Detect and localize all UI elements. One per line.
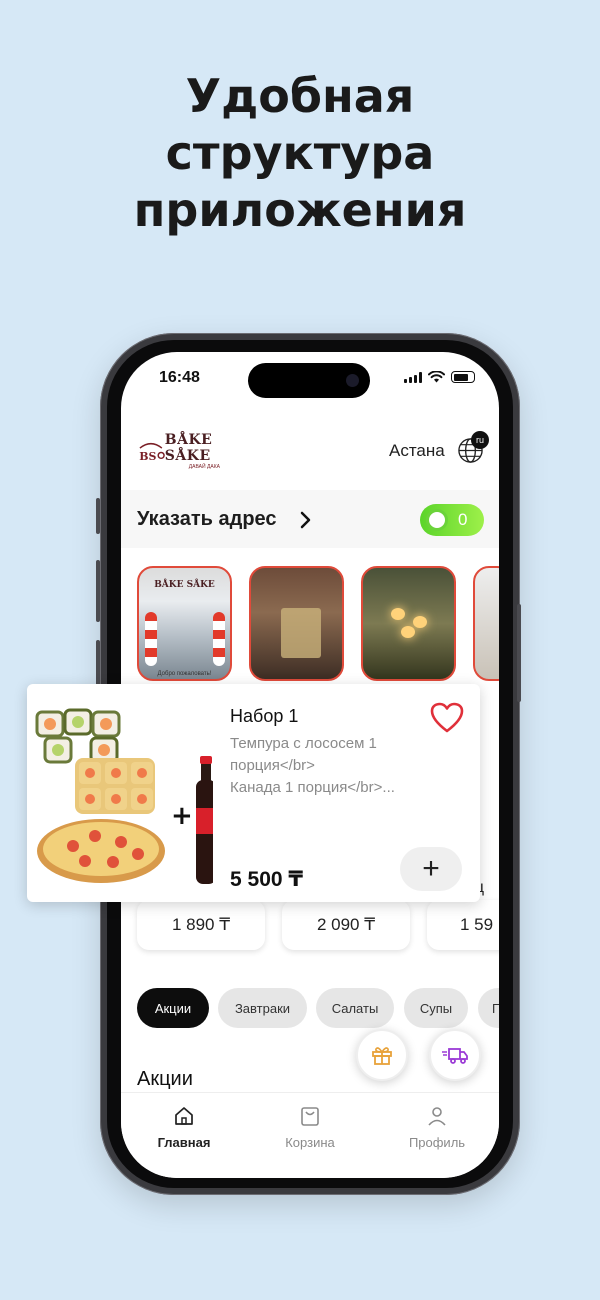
- bonus-value: 0: [458, 510, 468, 529]
- product-card-popup[interactable]: + Набор 1 Темпура с лососем 1 порция</br…: [27, 684, 480, 902]
- add-to-cart-button[interactable]: +: [400, 847, 462, 891]
- category-chip-promo[interactable]: Акции: [137, 988, 209, 1028]
- language-badge[interactable]: ru: [471, 431, 489, 449]
- tab-profile[interactable]: Профиль: [382, 1105, 492, 1150]
- tab-home-label: Главная: [157, 1135, 211, 1150]
- svg-text:BS: BS: [139, 450, 156, 463]
- bonus-toggle[interactable]: 0: [420, 504, 484, 536]
- story-card[interactable]: [473, 566, 499, 681]
- story-logo: BÅKE SÅKE: [154, 580, 215, 590]
- tab-cart-label: Корзина: [285, 1135, 335, 1150]
- headline-line-3: приложения: [133, 183, 467, 237]
- product-price-tile[interactable]: 1 59: [427, 900, 499, 950]
- bottom-tab-bar: Главная Корзина Профиль: [121, 1092, 499, 1178]
- section-title: Акции: [137, 1068, 193, 1090]
- category-chip-soups[interactable]: Супы: [404, 988, 468, 1028]
- tab-profile-label: Профиль: [408, 1135, 466, 1150]
- delivery-truck-icon: [442, 1048, 468, 1064]
- story-card[interactable]: [361, 566, 456, 681]
- dynamic-island: [248, 363, 370, 398]
- story-card[interactable]: BÅKE SÅKE Добро пожаловать!: [137, 566, 232, 681]
- favorite-heart-icon[interactable]: [430, 702, 464, 734]
- story-card[interactable]: [249, 566, 344, 681]
- delivery-button[interactable]: [429, 1029, 481, 1081]
- tab-cart[interactable]: Корзина: [255, 1105, 365, 1150]
- bonus-coin-icon: [426, 509, 448, 531]
- product-image: +: [35, 708, 213, 884]
- tab-home[interactable]: Главная: [129, 1105, 239, 1150]
- status-time: 16:48: [159, 369, 200, 386]
- brand-logo[interactable]: BS BÅKE SÅKE ДАВАЙ ДАКА: [137, 432, 237, 470]
- svg-text:+: +: [171, 801, 193, 831]
- home-icon: [175, 1107, 193, 1125]
- logo-subtext: ДАВАЙ ДАКА: [188, 464, 220, 470]
- category-chip-salads[interactable]: Салаты: [316, 988, 394, 1028]
- story-caption: Добро пожаловать!: [157, 671, 212, 677]
- category-chip-more[interactable]: П: [478, 988, 499, 1028]
- city-selector[interactable]: Астана: [389, 441, 445, 461]
- logo-text: BÅKE SÅKE: [164, 432, 213, 464]
- phone-side-button: [96, 498, 100, 534]
- product-description: Темпура с лососем 1 порция</br> Канада 1…: [230, 735, 395, 796]
- product-price-tile[interactable]: 2 090 ₸: [282, 900, 410, 950]
- status-icons: [404, 371, 475, 383]
- signal-icon: [404, 371, 422, 383]
- logo-emblem-icon: BS: [139, 442, 165, 463]
- category-chip-breakfast[interactable]: Завтраки: [218, 988, 307, 1028]
- headline-line-1: Удобная: [185, 69, 415, 123]
- chevron-right-icon[interactable]: [299, 510, 313, 530]
- product-price: 5 500 ₸: [230, 868, 303, 891]
- gift-button[interactable]: [356, 1029, 408, 1081]
- battery-icon: [451, 371, 475, 383]
- promo-headline: Удобная структура приложения: [0, 68, 600, 239]
- phone-power-button: [517, 604, 521, 702]
- address-label[interactable]: Указать адрес: [137, 508, 277, 531]
- gift-icon: [372, 1047, 392, 1065]
- headline-line-2: структура: [165, 126, 435, 180]
- wifi-icon: [428, 371, 445, 383]
- shopping-bag-icon: [301, 1107, 319, 1126]
- user-icon: [428, 1107, 446, 1126]
- phone-volume-up: [96, 560, 100, 622]
- product-title: Набор 1: [230, 706, 299, 726]
- product-price-tile[interactable]: 1 890 ₸: [137, 900, 265, 950]
